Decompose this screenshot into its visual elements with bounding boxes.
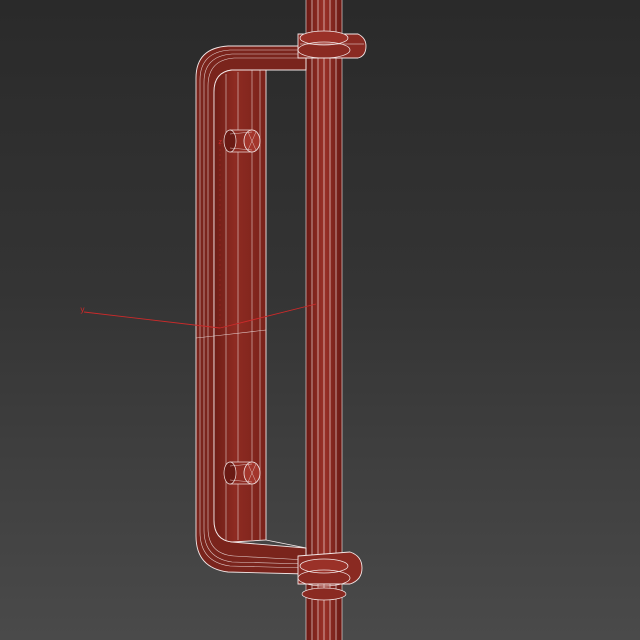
rod[interactable] (305, 0, 343, 640)
bolt-bottom[interactable] (223, 461, 261, 485)
axis-label-z: z (218, 138, 223, 146)
nut-bottom[interactable] (297, 551, 363, 601)
axis-label-x: y (80, 305, 85, 314)
nut-top[interactable] (297, 30, 367, 59)
viewport-scene (83, 0, 367, 640)
bolt-top[interactable] (223, 129, 261, 153)
3d-viewport[interactable]: y z (0, 0, 640, 640)
bracket[interactable] (195, 45, 307, 575)
